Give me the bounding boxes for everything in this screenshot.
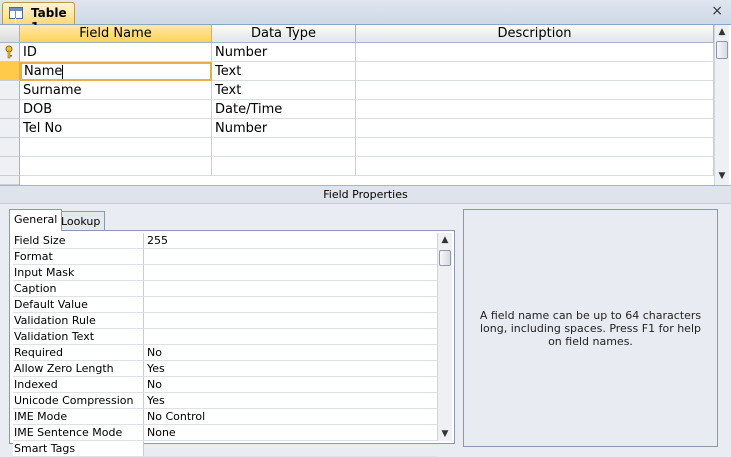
- property-value[interactable]: No Control: [144, 409, 437, 424]
- text-caret: [62, 64, 64, 79]
- property-value[interactable]: No: [144, 377, 437, 392]
- property-label: Indexed: [13, 377, 144, 392]
- data-type-header[interactable]: Data Type: [212, 25, 356, 43]
- general-properties-panel: Field Size 255 Format Input Mask Caption …: [9, 230, 455, 457]
- property-label: Format: [13, 249, 144, 264]
- field-name-cell[interactable]: DOB: [20, 100, 212, 119]
- data-type-cell[interactable]: [212, 138, 356, 157]
- property-label: IME Mode: [13, 409, 144, 424]
- scroll-up-icon[interactable]: ▲: [715, 25, 729, 39]
- description-cell[interactable]: [356, 119, 714, 138]
- field-name-cell[interactable]: [20, 157, 212, 176]
- close-icon[interactable]: ×: [711, 3, 723, 19]
- properties-vertical-scrollbar[interactable]: ▲ ▼: [437, 233, 452, 441]
- property-row[interactable]: Smart Tags: [13, 441, 437, 457]
- field-name-header[interactable]: Field Name: [20, 25, 212, 43]
- description-header[interactable]: Description: [356, 25, 714, 43]
- description-cell[interactable]: [356, 81, 714, 100]
- property-value[interactable]: [144, 265, 437, 280]
- tab-lookup[interactable]: Lookup: [56, 211, 106, 231]
- property-row[interactable]: Validation Text: [13, 329, 437, 345]
- property-row[interactable]: IME Sentence Mode None: [13, 425, 437, 441]
- description-cell[interactable]: [356, 62, 714, 81]
- property-row[interactable]: Unicode Compression Yes: [13, 393, 437, 409]
- table-icon: [9, 7, 23, 19]
- help-text: A field name can be up to 64 characters …: [479, 308, 702, 348]
- property-label: Validation Text: [13, 329, 144, 344]
- property-row[interactable]: Caption: [13, 281, 437, 297]
- scrollbar-thumb[interactable]: [716, 41, 728, 59]
- row-selector[interactable]: [0, 43, 20, 62]
- data-type-cell[interactable]: Text: [212, 81, 356, 100]
- field-name-cell[interactable]: Surname: [20, 81, 212, 100]
- row-selector[interactable]: [0, 81, 20, 100]
- property-value[interactable]: [144, 441, 437, 456]
- property-row[interactable]: Input Mask: [13, 265, 437, 281]
- row-selector[interactable]: [0, 138, 20, 157]
- property-row[interactable]: Field Size 255: [13, 233, 437, 249]
- row-selector[interactable]: [0, 157, 20, 176]
- scrollbar-thumb[interactable]: [439, 250, 451, 266]
- data-type-cell[interactable]: [212, 157, 356, 176]
- document-tab-bar: Table 1 ×: [0, 0, 731, 34]
- property-label: Unicode Compression: [13, 393, 144, 408]
- property-label: Required: [13, 345, 144, 360]
- data-type-cell[interactable]: Number: [212, 43, 356, 62]
- property-row[interactable]: Format: [13, 249, 437, 265]
- row-selector[interactable]: [0, 100, 20, 119]
- property-row[interactable]: IME Mode No Control: [13, 409, 437, 425]
- property-label: Default Value: [13, 297, 144, 312]
- property-label: Smart Tags: [13, 441, 144, 456]
- table-1-tab[interactable]: Table 1: [2, 2, 75, 34]
- property-label: Allow Zero Length: [13, 361, 144, 376]
- help-text-panel: A field name can be up to 64 characters …: [463, 209, 718, 447]
- property-value[interactable]: 255: [144, 233, 437, 248]
- data-type-cell[interactable]: Text: [212, 62, 356, 81]
- property-value[interactable]: None: [144, 425, 437, 440]
- description-cell[interactable]: [356, 100, 714, 119]
- row-selector-current[interactable]: [0, 62, 20, 81]
- scroll-down-icon[interactable]: ▼: [715, 169, 729, 183]
- field-properties-title: Field Properties: [0, 185, 731, 204]
- row-selector[interactable]: [0, 176, 20, 185]
- grid-vertical-scrollbar[interactable]: ▲ ▼: [714, 25, 729, 185]
- property-value[interactable]: No: [144, 345, 437, 360]
- property-value[interactable]: [144, 313, 437, 328]
- property-label: Input Mask: [13, 265, 144, 280]
- scroll-up-icon[interactable]: ▲: [438, 233, 452, 247]
- data-type-cell[interactable]: Date/Time: [212, 100, 356, 119]
- property-value[interactable]: [144, 329, 437, 344]
- select-all-corner[interactable]: [0, 25, 20, 43]
- tab-general[interactable]: General: [9, 209, 63, 231]
- property-value[interactable]: Yes: [144, 393, 437, 408]
- description-cell[interactable]: [356, 43, 714, 62]
- property-row[interactable]: Required No: [13, 345, 437, 361]
- field-name-cell[interactable]: Tel No: [20, 119, 212, 138]
- primary-key-icon: [5, 45, 13, 59]
- property-row[interactable]: Indexed No: [13, 377, 437, 393]
- row-selector[interactable]: [0, 119, 20, 138]
- description-cell[interactable]: [356, 157, 714, 176]
- property-label: Caption: [13, 281, 144, 296]
- scroll-down-icon[interactable]: ▼: [438, 427, 452, 441]
- data-type-cell[interactable]: Number: [212, 119, 356, 138]
- property-label: Validation Rule: [13, 313, 144, 328]
- property-label: IME Sentence Mode: [13, 425, 144, 440]
- field-name-value: Name: [24, 64, 63, 79]
- field-name-cell[interactable]: ID: [20, 43, 212, 62]
- property-value[interactable]: [144, 281, 437, 296]
- property-value[interactable]: [144, 249, 437, 264]
- property-value[interactable]: Yes: [144, 361, 437, 376]
- property-row[interactable]: Allow Zero Length Yes: [13, 361, 437, 377]
- property-value[interactable]: [144, 297, 437, 312]
- table-design-grid: Field Name Data Type Description ID Numb…: [0, 25, 731, 185]
- property-label: Field Size: [13, 233, 144, 248]
- description-cell[interactable]: [356, 138, 714, 157]
- property-row[interactable]: Validation Rule: [13, 313, 437, 329]
- property-grid: Field Size 255 Format Input Mask Caption …: [13, 233, 437, 457]
- property-row[interactable]: Default Value: [13, 297, 437, 313]
- field-name-cell-editing[interactable]: Name: [20, 62, 212, 81]
- field-name-cell[interactable]: [20, 138, 212, 157]
